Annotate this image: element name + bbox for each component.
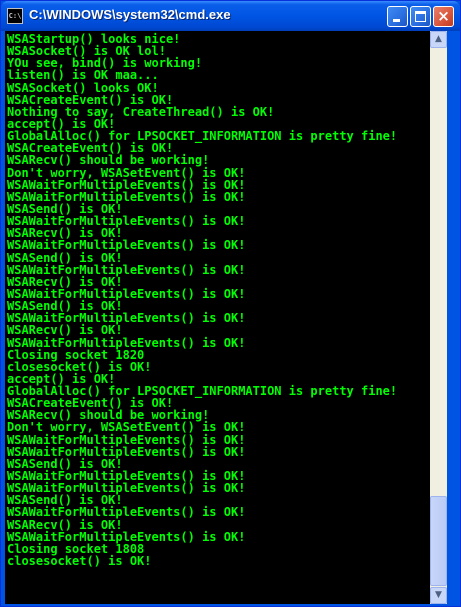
console-line: listen() is OK maa... xyxy=(7,68,159,83)
console-line: Don't worry, WSASetEvent() is OK! xyxy=(7,420,246,435)
cmd-window: C:\ C:\WINDOWS\system32\cmd.exe × WSASta… xyxy=(0,0,461,607)
title-bar[interactable]: C:\ C:\WINDOWS\system32\cmd.exe × xyxy=(1,1,460,31)
arrow-down-icon: ▼ xyxy=(435,590,442,600)
console-line: WSAWaitForMultipleEvents() is OK! xyxy=(7,505,246,520)
console-line: closesocket() is OK! xyxy=(7,554,152,569)
close-icon: × xyxy=(437,7,450,25)
minimize-button[interactable] xyxy=(387,6,408,27)
console-line: WSASocket() looks OK! xyxy=(7,80,159,95)
console-line: WSAWaitForMultipleEvents() is OK! xyxy=(7,177,246,192)
maximize-button[interactable] xyxy=(410,6,431,27)
console-line: WSAWaitForMultipleEvents() is OK! xyxy=(7,335,246,350)
console-line: WSARecv() is OK! xyxy=(7,323,123,338)
scroll-up-button[interactable]: ▲ xyxy=(430,31,447,48)
console-line: WSAWaitForMultipleEvents() is OK! xyxy=(7,262,246,277)
console-line: WSAWaitForMultipleEvents() is OK! xyxy=(7,238,246,253)
console-line: WSARecv() is OK! xyxy=(7,517,123,532)
cmd-app-icon[interactable]: C:\ xyxy=(7,8,23,24)
vertical-scrollbar[interactable]: ▲ ▼ xyxy=(430,31,447,604)
console-output[interactable]: WSAStartup() looks nice! WSASocket() is O… xyxy=(5,31,430,604)
maximize-icon xyxy=(415,11,426,22)
console-line: WSACreateEvent() is OK! xyxy=(7,92,174,107)
minimize-icon xyxy=(393,19,400,22)
console-line: WSARecv() should be working! xyxy=(7,153,210,168)
console-line: WSAWaitForMultipleEvents() is OK! xyxy=(7,432,246,447)
console-line: WSASend() is OK! xyxy=(7,250,123,265)
console-line: Don't worry, WSASetEvent() is OK! xyxy=(7,165,246,180)
close-button[interactable]: × xyxy=(433,6,454,27)
scrollbar-thumb[interactable] xyxy=(430,496,447,586)
window-title: C:\WINDOWS\system32\cmd.exe xyxy=(29,7,231,22)
console-line: Closing socket 1820 xyxy=(7,347,145,362)
arrow-up-icon: ▲ xyxy=(435,34,442,44)
scroll-down-button[interactable]: ▼ xyxy=(430,587,447,604)
